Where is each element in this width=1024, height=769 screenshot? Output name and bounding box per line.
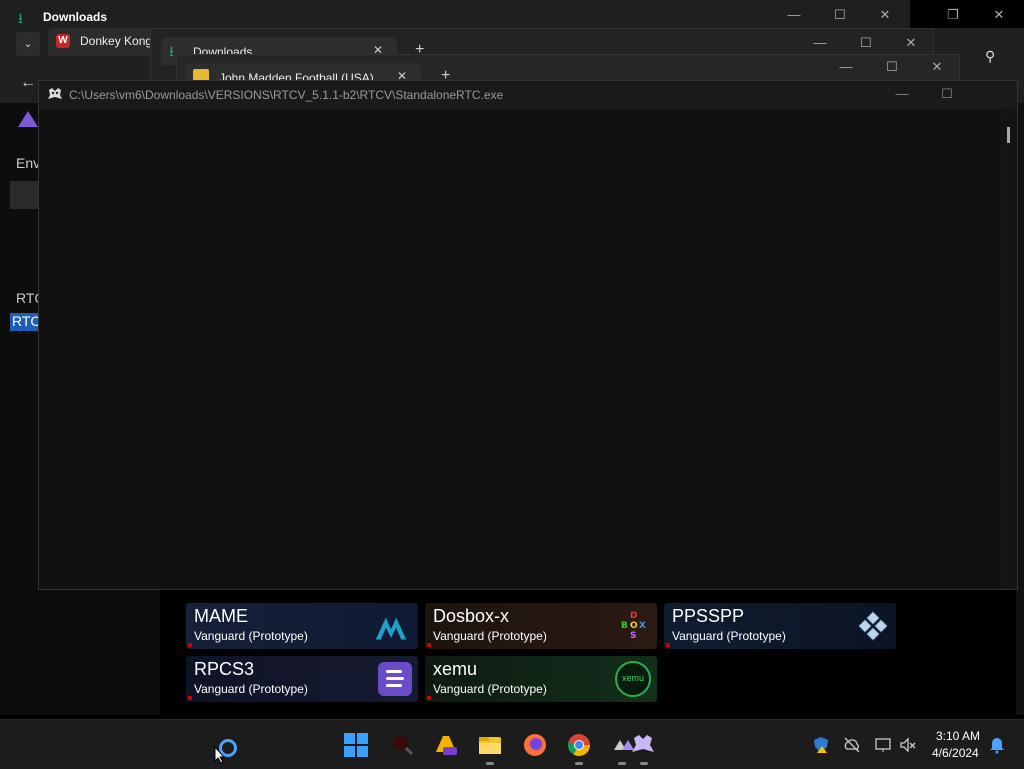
back-arrow-icon[interactable]: ← <box>20 74 36 92</box>
running-indicator <box>575 762 583 765</box>
scrollbar-thumb[interactable] <box>1007 127 1010 143</box>
ppsspp-logo-icon <box>858 611 888 641</box>
status-dot <box>427 643 431 647</box>
tile-xemu[interactable]: xemu Vanguard (Prototype) xemu <box>425 656 657 702</box>
tile-name: MAME <box>194 606 248 626</box>
window-title: Downloads <box>43 10 108 24</box>
maximize-button[interactable]: ☐ <box>828 5 852 25</box>
tile-rpcs3[interactable]: RPCS3 Vanguard (Prototype) <box>186 656 418 702</box>
tab-list-button[interactable]: ⌄ <box>16 32 40 56</box>
svg-text:X: X <box>639 621 646 631</box>
status-dot <box>188 696 192 700</box>
tile-subtitle: Vanguard (Prototype) <box>194 682 308 696</box>
tile-name: xemu <box>433 659 478 679</box>
volume-muted-icon[interactable] <box>899 736 917 754</box>
status-dot <box>427 696 431 700</box>
tab-donkey-kong[interactable]: W Donkey Kong <box>48 28 158 56</box>
tile-subtitle: Vanguard (Prototype) <box>433 629 547 643</box>
window-title: C:\Users\vm6\Downloads\VERSIONS\RTCV_5.1… <box>69 88 504 102</box>
standalone-rtc-window: C:\Users\vm6\Downloads\VERSIONS\RTCV_5.1… <box>38 80 1018 590</box>
svg-text:O: O <box>630 621 638 631</box>
rpcs3-logo-icon <box>378 662 412 696</box>
close-button[interactable]: ✕ <box>925 57 949 77</box>
minimize-button[interactable]: — <box>834 57 858 77</box>
env-field[interactable] <box>10 181 40 209</box>
notification-bell-icon[interactable] <box>988 736 1006 754</box>
search-icon[interactable]: ⚲ <box>985 48 995 65</box>
close-button[interactable]: ✕ <box>899 33 923 53</box>
clock-date[interactable]: 4/6/2024 <box>932 746 979 760</box>
cloud-offline-icon[interactable] <box>843 736 861 754</box>
tile-subtitle: Vanguard (Prototype) <box>433 682 547 696</box>
svg-text:S: S <box>630 631 636 641</box>
running-indicator <box>486 762 494 765</box>
dosbox-logo-icon: D B O X S <box>621 611 646 641</box>
windows-start-icon[interactable] <box>343 732 369 758</box>
close-button[interactable]: ✕ <box>873 5 897 25</box>
tile-name: RPCS3 <box>194 659 255 679</box>
tile-dosbox-x[interactable]: Dosbox-x Vanguard (Prototype) D B O X S <box>425 603 657 649</box>
wikipedia-icon: W <box>56 34 70 48</box>
minimize-button[interactable]: — <box>890 84 914 104</box>
rtcv-icon[interactable] <box>612 732 658 758</box>
running-indicator <box>618 762 626 765</box>
tab-label: Donkey Kong <box>80 34 153 48</box>
env-label: Env <box>16 155 41 171</box>
security-shield-icon[interactable] <box>812 736 830 754</box>
maximize-button[interactable]: ☐ <box>880 57 904 77</box>
taskbar: 3:10 AM 4/6/2024 <box>0 719 1024 769</box>
download-icon: ⭳ <box>169 43 174 59</box>
tile-subtitle: Vanguard (Prototype) <box>194 629 308 643</box>
mouse-cursor-icon <box>214 745 226 769</box>
status-dot <box>666 643 670 647</box>
close-button[interactable]: ✕ <box>987 5 1011 25</box>
mame-logo-icon <box>375 617 407 640</box>
scrollbar[interactable] <box>1001 109 1017 589</box>
running-indicator <box>640 762 648 765</box>
tile-ppsspp[interactable]: PPSSPP Vanguard (Prototype) <box>664 603 896 649</box>
file-explorer-icon[interactable] <box>477 732 503 758</box>
svg-text:D: D <box>630 611 637 621</box>
tile-name: PPSSPP <box>672 606 745 626</box>
content-area <box>39 109 1001 589</box>
search-icon[interactable] <box>390 732 416 758</box>
rtcv-logo-icon <box>18 111 38 127</box>
maximize-button[interactable]: ☐ <box>854 33 878 53</box>
network-icon[interactable] <box>874 736 892 754</box>
minimize-button[interactable]: — <box>782 5 806 25</box>
tile-subtitle: Vanguard (Prototype) <box>672 629 786 643</box>
clock-time[interactable]: 3:10 AM <box>936 729 980 743</box>
status-dot <box>188 643 192 647</box>
xemu-logo-icon: xemu <box>615 661 651 697</box>
tile-mame[interactable]: MAME Vanguard (Prototype) <box>186 603 418 649</box>
rtc-selected-item[interactable]: RTC <box>10 313 41 331</box>
minimize-button[interactable]: — <box>808 33 832 53</box>
rtcv-app-icon <box>47 86 63 102</box>
restore-button[interactable]: ❐ <box>941 5 965 25</box>
tile-name: Dosbox-x <box>433 606 510 626</box>
svg-text:B: B <box>621 621 628 631</box>
firefox-icon[interactable] <box>522 732 548 758</box>
chrome-icon[interactable] <box>566 732 592 758</box>
maximize-button[interactable]: ☐ <box>935 84 959 104</box>
app-pre-icon[interactable] <box>433 732 459 758</box>
